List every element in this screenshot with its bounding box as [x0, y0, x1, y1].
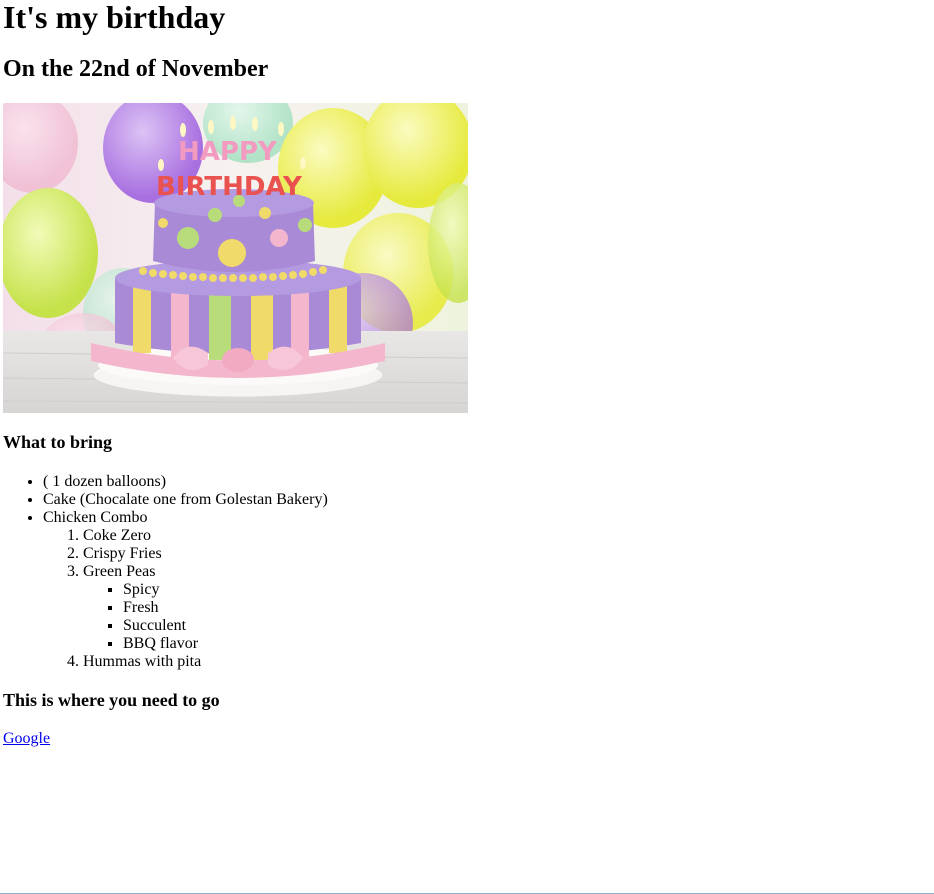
- list-item-label: BBQ flavor: [123, 635, 199, 652]
- cake-letters-top: HAPPY: [178, 137, 278, 167]
- list-item-label: Green Peas: [83, 563, 156, 580]
- bring-list: ( 1 dozen balloons) Cake (Chocalate one …: [3, 473, 328, 671]
- list-item: BBQ flavor: [123, 635, 328, 653]
- list-item: Hummas with pita: [83, 653, 328, 671]
- combo-list: Coke Zero Crispy Fries Green Peas Spicy …: [43, 527, 328, 671]
- what-to-bring-heading: What to bring: [3, 432, 113, 452]
- list-item: Spicy: [123, 581, 328, 599]
- google-link[interactable]: Google: [3, 730, 50, 748]
- birthday-cake-image: HAPPY BIRTHDAY: [3, 103, 468, 413]
- list-item-label: ( 1 dozen balloons): [43, 473, 167, 490]
- list-item-label: Crispy Fries: [83, 545, 162, 562]
- list-item-label: Succulent: [123, 617, 187, 634]
- list-item-label: Spicy: [123, 581, 160, 598]
- list-item-label: Chicken Combo: [43, 509, 148, 526]
- list-item-label: Fresh: [123, 599, 159, 616]
- list-item-label: Coke Zero: [83, 527, 151, 544]
- list-item: Green Peas Spicy Fresh Succulent BBQ fla…: [83, 563, 328, 653]
- list-item: ( 1 dozen balloons): [43, 473, 328, 491]
- page-subtitle: On the 22nd of November: [3, 56, 269, 82]
- list-item-label: Cake (Chocalate one from Golestan Bakery…: [43, 491, 328, 508]
- list-item-label: Hummas with pita: [83, 653, 202, 670]
- cake-letters-bottom: BIRTHDAY: [156, 172, 303, 202]
- where-to-go-heading: This is where you need to go: [3, 690, 220, 710]
- list-item: Fresh: [123, 599, 328, 617]
- list-item: Succulent: [123, 617, 328, 635]
- peas-list: Spicy Fresh Succulent BBQ flavor: [83, 581, 328, 653]
- list-item: Coke Zero: [83, 527, 328, 545]
- list-item: Crispy Fries: [83, 545, 328, 563]
- list-item: Chicken Combo Coke Zero Crispy Fries Gre…: [43, 509, 328, 671]
- list-item: Cake (Chocalate one from Golestan Bakery…: [43, 491, 328, 509]
- page-title: It's my birthday: [3, 0, 226, 35]
